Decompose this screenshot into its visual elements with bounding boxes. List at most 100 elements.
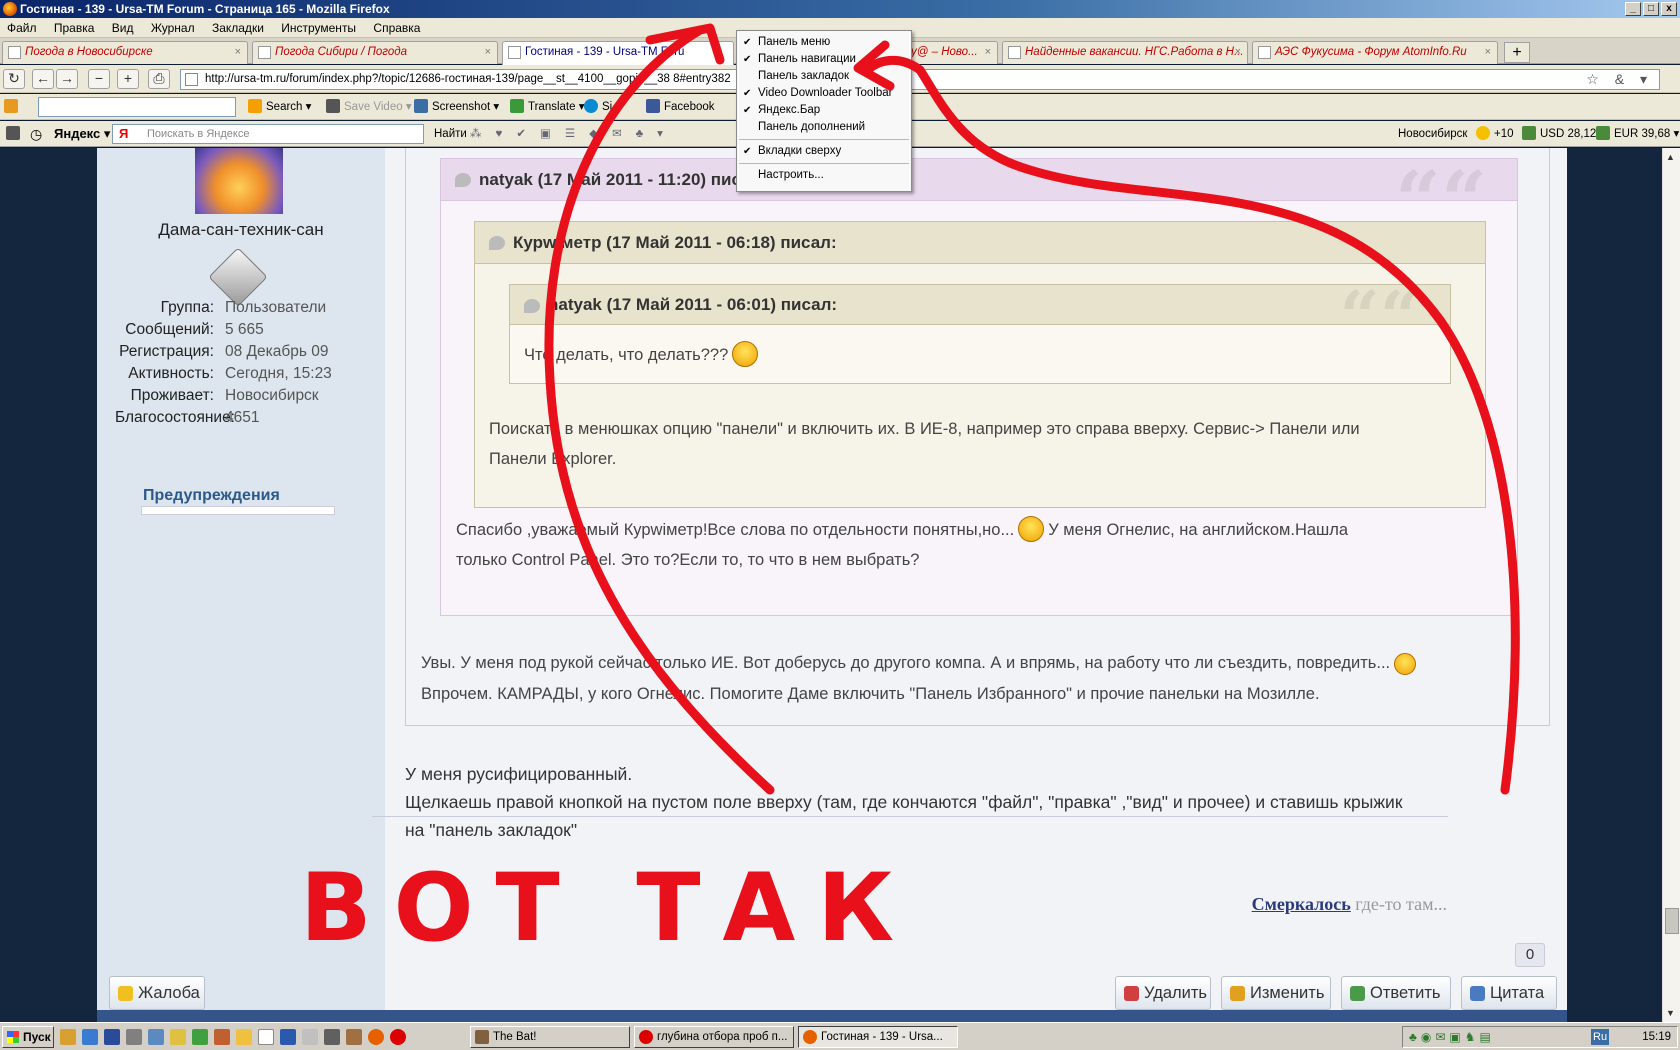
quicklaunch-icon[interactable] [346,1029,362,1045]
eur-rate[interactable]: EUR 39,68 ▾ [1596,121,1679,147]
start-button[interactable]: Пуск [2,1026,54,1048]
tab-weather-siberia[interactable]: Погода Сибири / Погода × [252,41,498,64]
back-button[interactable]: ← [32,69,54,89]
tab-label: Гостиная - 139 - Ursa-TM Foru [525,46,685,58]
usd-rate[interactable]: USD 28,12 [1522,121,1596,147]
scroll-up-icon[interactable]: ▲ [1666,152,1675,162]
tab-atominfo[interactable]: АЭС Фукусима - Форум AtomInfo.Ru × [1252,41,1498,64]
quicklaunch-icon[interactable] [280,1029,296,1045]
reply-button[interactable]: Ответить [1341,976,1451,1010]
bookmark-star-icon[interactable]: ☆ & ▾ [1586,70,1653,89]
tab-weather-novosibirsk[interactable]: Погода в Новосибирске × [2,41,248,64]
avatar[interactable] [195,148,283,214]
save-video-button[interactable]: Save Video ▾ [326,94,412,120]
weather-temp[interactable]: +10 [1476,121,1514,147]
minimize-button[interactable]: _ [1625,2,1641,16]
reputation-counter[interactable]: 0 [1515,943,1545,967]
scroll-thumb[interactable] [1665,908,1679,934]
clock-icon[interactable]: ◷ [30,121,42,147]
facebook-button[interactable]: Facebook [646,94,715,120]
quicklaunch-icon[interactable] [324,1029,340,1045]
ctx-addon-bar[interactable]: Панель дополнений [737,119,911,136]
menu-tools[interactable]: Инструменты [274,18,363,38]
menu-history[interactable]: Журнал [144,18,202,38]
task-opera[interactable]: глубина отбора проб п... [634,1026,794,1048]
menu-edit[interactable]: Правка [47,18,102,38]
ctx-customize[interactable]: Настроить... [737,167,911,184]
skype-button[interactable]: Si [584,94,612,120]
ctx-menu-bar[interactable]: ✔ Панель меню [737,34,911,51]
complaint-button[interactable]: Жалоба [109,976,205,1010]
window-controls: _ □ x [1625,2,1677,16]
tab-close-icon[interactable]: × [1485,42,1491,63]
clock: 15:19 [1642,1031,1671,1043]
tab-forum-active[interactable]: Гостиная - 139 - Ursa-TM Foru [502,41,734,65]
edit-button[interactable]: Изменить [1221,976,1331,1010]
maximize-button[interactable]: □ [1643,2,1659,16]
author-username[interactable]: Дама-сан-техник-сан [97,220,385,240]
toolbar-search-button[interactable]: Search ▾ [248,94,311,120]
firefox-icon[interactable] [368,1029,384,1045]
quicklaunch-icon[interactable] [302,1029,318,1045]
menu-view[interactable]: Вид [105,18,141,38]
reload-button[interactable]: ↻ [3,69,25,89]
task-firefox[interactable]: Гостиная - 139 - Ursa... [798,1026,958,1048]
ctx-yandex-bar[interactable]: ✔ Яндекс.Бар [737,102,911,119]
ctx-tabs-on-top[interactable]: ✔ Вкладки сверху [737,143,911,160]
tab-close-icon[interactable]: × [235,42,241,63]
folder-icon[interactable] [236,1029,252,1045]
forum-post: Дама-сан-техник-сан Группа: Пользователи… [97,148,1567,1022]
quicklaunch-icon[interactable] [192,1029,208,1045]
opera-icon[interactable] [390,1029,406,1045]
menu-file[interactable]: Файл [0,18,44,38]
tab-label: Найденные вакансии. НГС.Работа в Н... [1025,46,1244,58]
menu-help[interactable]: Справка [366,18,427,38]
vertical-scrollbar[interactable]: ▲ ▼ [1662,148,1680,1022]
tab-close-icon[interactable]: × [485,42,491,63]
yandex-find-button[interactable]: Найти [434,121,467,147]
new-tab-button[interactable]: + [1504,42,1530,63]
screenshot-button[interactable]: Screenshot ▾ [414,94,499,120]
yandex-tool-icons[interactable]: ⁂♥✔▣☰◆✉♣▾ [470,121,677,147]
forward-button[interactable]: → [56,69,78,89]
toolbar-logo-icon[interactable] [4,94,22,120]
quicklaunch-icon[interactable] [258,1029,274,1045]
tab-vacancies[interactable]: Найденные вакансии. НГС.Работа в Н... × [1002,41,1248,64]
yandex-search-input[interactable]: Я Поискать в Яндексе [112,124,424,144]
ctx-video-downloader[interactable]: ✔ Video Downloader Toolbar [737,85,911,102]
bookmarks-star-icon[interactable] [6,121,24,147]
translate-button[interactable]: Translate ▾ [510,94,584,120]
warnings-link[interactable]: Предупреждения [143,487,280,505]
delete-button[interactable]: Удалить [1115,976,1211,1010]
ctx-navigation-bar[interactable]: ✔ Панель навигации [737,51,911,68]
url-bar[interactable]: http://ursa-tm.ru/forum/index.php?/topic… [180,69,1660,90]
quicklaunch-icon[interactable] [126,1029,142,1045]
quicklaunch-icon[interactable] [148,1029,164,1045]
quicklaunch-icon[interactable] [82,1029,98,1045]
money-icon [1596,126,1610,140]
quicklaunch-icon[interactable] [60,1029,76,1045]
language-indicator[interactable]: Ru [1591,1029,1610,1045]
tab-mail-novosibirsk[interactable]: ру@ – Ново... × [900,41,998,64]
quote-button[interactable]: Цитата [1461,976,1557,1010]
ctx-bookmarks-bar[interactable]: Панель закладок [737,68,911,85]
print-button[interactable]: ⎙ [148,69,170,89]
signature-link[interactable]: Смеркалось [1252,894,1351,914]
tray-icons[interactable]: ♣◉✉▣♞▤ [1409,1030,1495,1044]
zoom-in-button[interactable]: + [117,69,139,89]
yandex-menu-button[interactable]: Яндекс ▾ [54,121,110,147]
menu-bookmarks[interactable]: Закладки [205,18,271,38]
tab-close-icon[interactable]: × [985,42,991,63]
quicklaunch-icon[interactable] [214,1029,230,1045]
scroll-down-icon[interactable]: ▼ [1666,1008,1675,1018]
quicklaunch-icon[interactable] [104,1029,120,1045]
task-the-bat[interactable]: The Bat! [470,1026,630,1048]
zoom-out-button[interactable]: − [88,69,110,89]
quicklaunch-icon[interactable] [170,1029,186,1045]
tab-close-icon[interactable]: × [1235,42,1241,63]
menu-separator [739,163,909,164]
close-window-button[interactable]: x [1661,2,1677,16]
camera-icon [414,99,428,113]
weather-city[interactable]: Новосибирск [1398,121,1467,147]
toolbar-search-input[interactable] [38,97,236,117]
